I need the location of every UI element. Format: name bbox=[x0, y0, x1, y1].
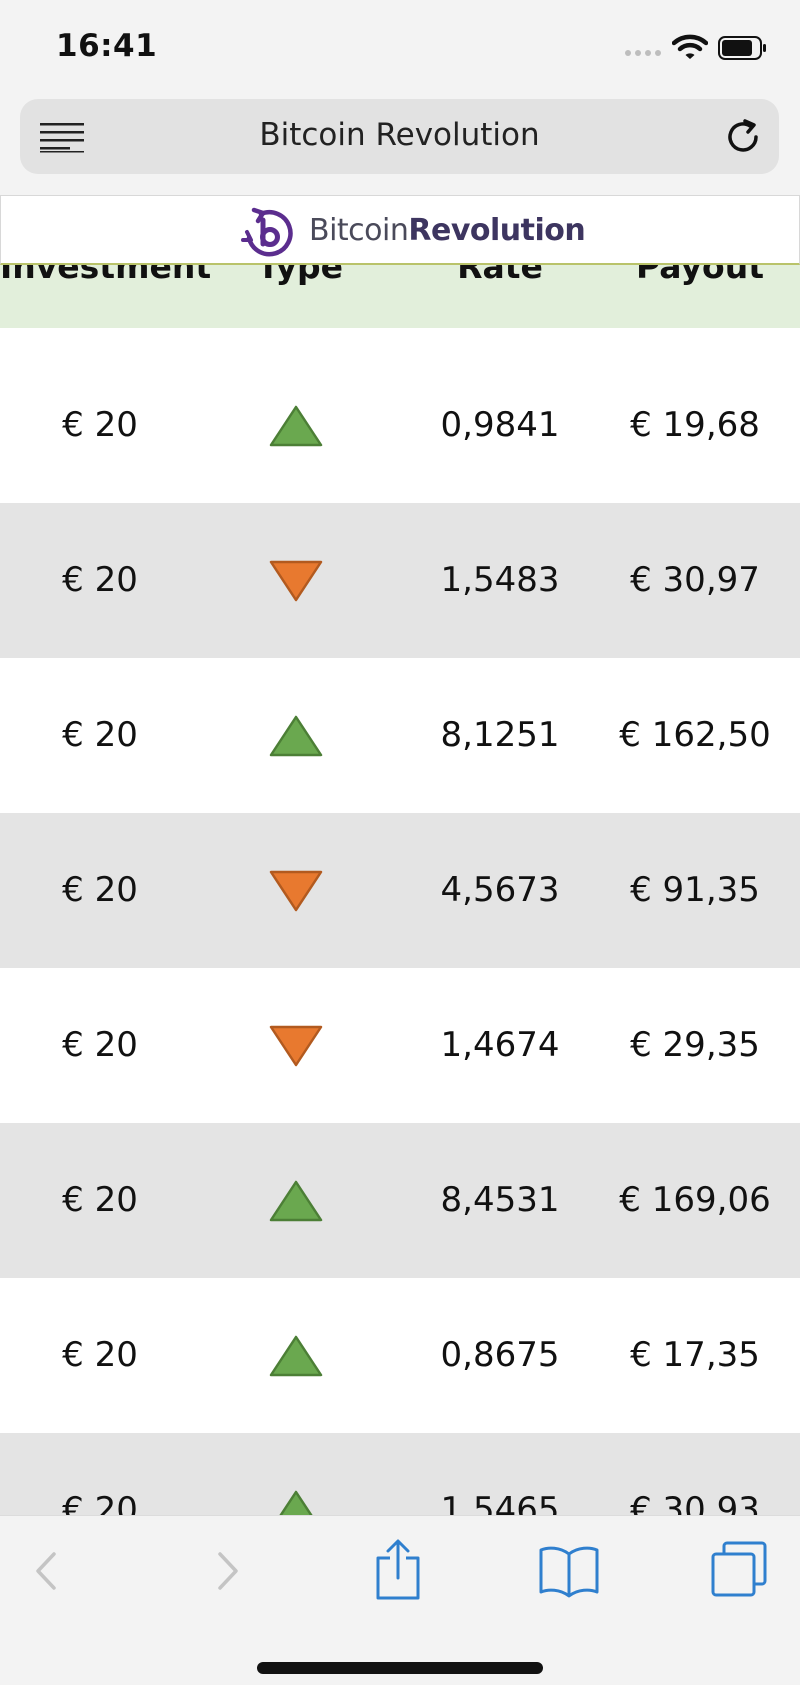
bottom-toolbar bbox=[0, 1515, 800, 1685]
table-row: € 20 1,4674 € 29,35 bbox=[0, 968, 800, 1123]
payout-cell: € 162,50 bbox=[619, 715, 771, 755]
investment-cell: € 20 bbox=[62, 560, 138, 600]
payout-cell: € 30,93 bbox=[630, 1490, 760, 1515]
home-indicator[interactable] bbox=[257, 1662, 543, 1674]
investment-cell: € 20 bbox=[62, 870, 138, 910]
tabs-icon[interactable] bbox=[710, 1540, 768, 1598]
trade-table-body: € 20 0,9841 € 19,68 € 20 1,5483 € 30,97 € 20 8,… bbox=[0, 348, 800, 1515]
cellular-signal-icon bbox=[625, 50, 661, 56]
share-icon[interactable] bbox=[373, 1538, 423, 1602]
page-title[interactable]: Bitcoin Revolution bbox=[20, 117, 779, 153]
forward-icon[interactable] bbox=[208, 1546, 244, 1596]
investment-cell: € 20 bbox=[62, 715, 138, 755]
brand-name-bold: Revolution bbox=[408, 213, 586, 248]
payout-cell: € 17,35 bbox=[630, 1335, 760, 1375]
payout-cell: € 19,68 bbox=[630, 405, 760, 445]
table-row: € 20 0,8675 € 17,35 bbox=[0, 1278, 800, 1433]
investment-cell: € 20 bbox=[62, 1335, 138, 1375]
trend-down-triangle-icon bbox=[269, 870, 323, 912]
back-icon[interactable] bbox=[30, 1546, 66, 1596]
brand-name-light: Bitcoin bbox=[309, 213, 409, 248]
trend-up-triangle-icon bbox=[279, 1490, 313, 1515]
bitcoin-revolution-logo-icon bbox=[241, 207, 293, 257]
payout-cell: € 169,06 bbox=[619, 1180, 771, 1220]
trend-down-triangle-icon bbox=[269, 1025, 323, 1067]
table-row: € 20 0,9841 € 19,68 bbox=[0, 348, 800, 503]
rate-cell: 0,8675 bbox=[440, 1335, 560, 1375]
site-header: BitcoinRevolution bbox=[0, 195, 800, 265]
table-row: € 20 1,5465 € 30,93 bbox=[0, 1433, 800, 1515]
trend-down-triangle-icon bbox=[269, 560, 323, 602]
payout-cell: € 29,35 bbox=[630, 1025, 760, 1065]
brand-name[interactable]: BitcoinRevolution bbox=[309, 213, 586, 248]
table-row: € 20 4,5673 € 91,35 bbox=[0, 813, 800, 968]
bookmarks-icon[interactable] bbox=[538, 1544, 600, 1598]
table-row: € 20 8,4531 € 169,06 bbox=[0, 1123, 800, 1278]
wifi-icon bbox=[672, 34, 708, 59]
investment-cell: € 20 bbox=[62, 1180, 138, 1220]
status-time: 16:41 bbox=[56, 28, 158, 64]
trend-up-triangle-icon bbox=[269, 1180, 323, 1222]
trend-up-triangle-icon bbox=[269, 1335, 323, 1377]
address-bar[interactable]: Bitcoin Revolution bbox=[20, 99, 779, 174]
trend-up-triangle-icon bbox=[269, 405, 323, 447]
rate-cell: 1,5483 bbox=[440, 560, 560, 600]
rate-cell: 8,4531 bbox=[440, 1180, 560, 1220]
web-view[interactable]: BitcoinRevolution Investment Type Rate P… bbox=[0, 195, 800, 1515]
rate-cell: 8,1251 bbox=[440, 715, 560, 755]
payout-cell: € 91,35 bbox=[630, 870, 760, 910]
status-bar: 16:41 bbox=[0, 0, 800, 96]
battery-icon bbox=[718, 36, 766, 60]
investment-cell: € 20 bbox=[62, 405, 138, 445]
trend-up-triangle-icon bbox=[269, 715, 323, 757]
investment-cell: € 20 bbox=[62, 1025, 138, 1065]
rate-cell: 4,5673 bbox=[440, 870, 560, 910]
rate-cell: 0,9841 bbox=[440, 405, 560, 445]
table-row: € 20 8,1251 € 162,50 bbox=[0, 658, 800, 813]
rate-cell: 1,4674 bbox=[440, 1025, 560, 1065]
payout-cell: € 30,97 bbox=[630, 560, 760, 600]
table-row: € 20 1,5483 € 30,97 bbox=[0, 503, 800, 658]
reload-icon[interactable] bbox=[723, 117, 763, 157]
rate-cell: 1,5465 bbox=[440, 1490, 560, 1515]
investment-cell: € 20 bbox=[62, 1490, 138, 1515]
